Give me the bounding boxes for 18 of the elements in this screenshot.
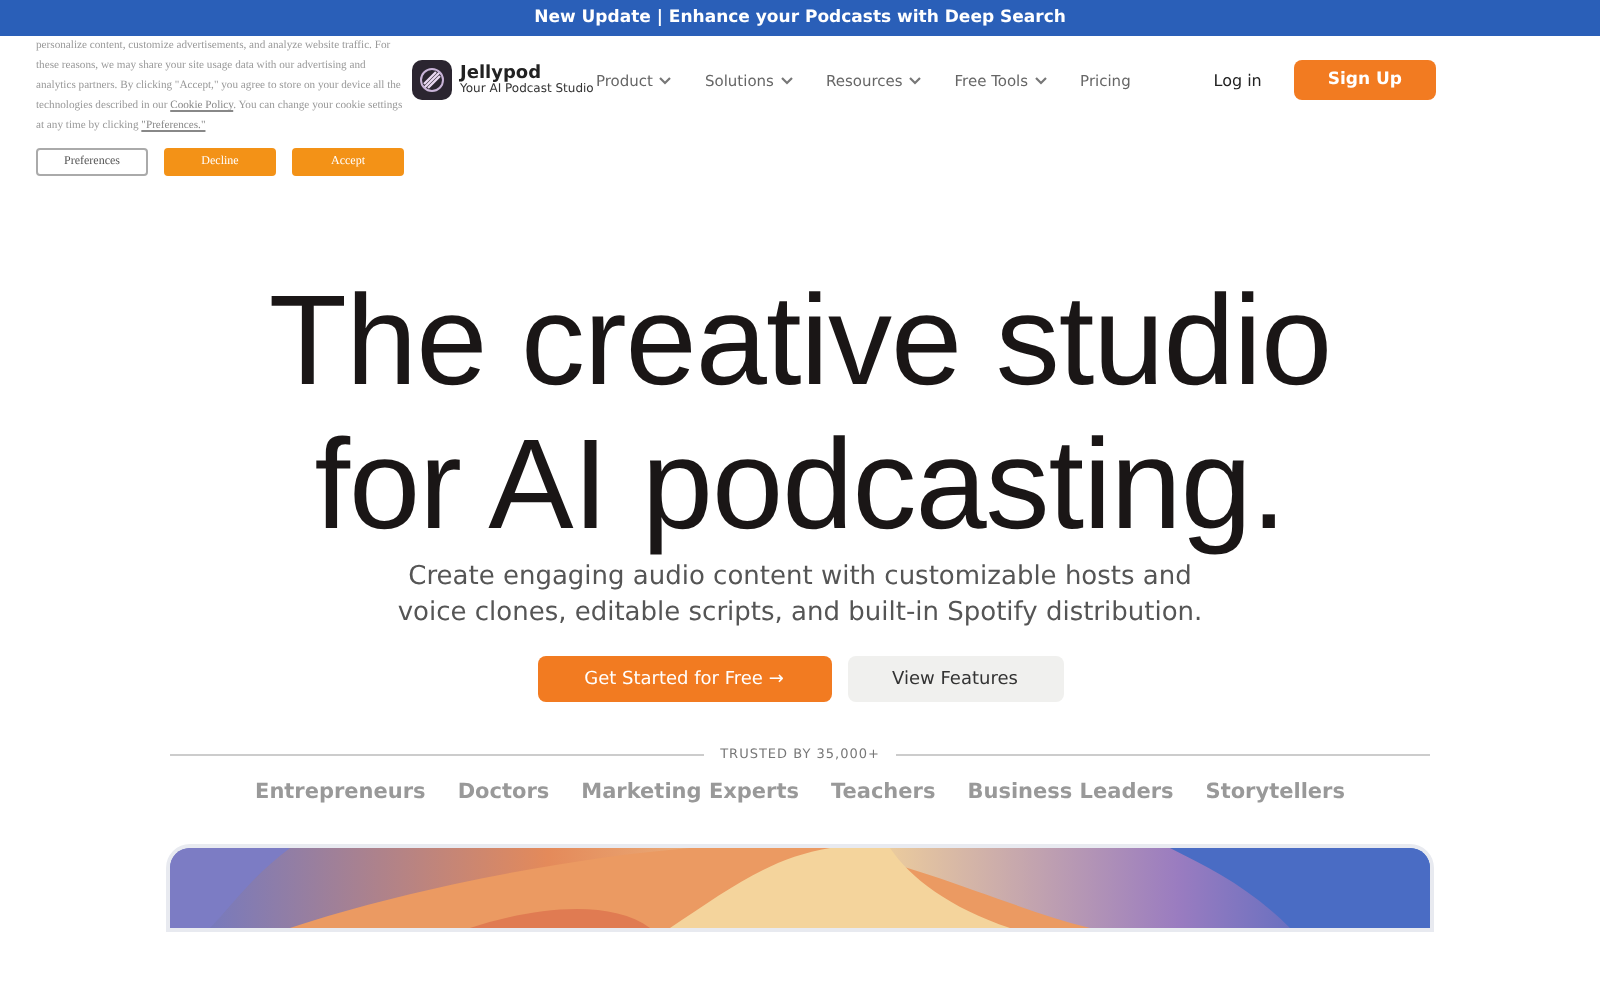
chevron-down-icon [779,75,794,85]
view-features-button[interactable]: View Features [847,656,1063,702]
chevron-down-icon [658,75,673,85]
audience-label: Marketing Experts [581,780,799,804]
login-link[interactable]: Log in [1213,71,1262,89]
audience-label: Entrepreneurs [255,780,426,804]
audience-label: Doctors [457,780,550,804]
hero-subtitle: Create engaging audio content with customizable hosts and voice clones, editable scripts, and built-in Spotify distribution. [397,560,1203,632]
audience-label: Business Leaders [967,780,1174,804]
announcement-text: New Update | Enhance your Podcasts with Deep Search [534,8,1066,28]
chevron-down-icon [1034,75,1049,85]
audience-label: Teachers [830,780,936,804]
chevron-down-icon [908,75,923,85]
hero-title: The creative studio for AI podcasting. [268,268,1332,556]
announcement-bar[interactable]: New Update | Enhance your Podcasts with Deep Search [0,0,1600,36]
audience-label: Storytellers [1205,780,1345,804]
logo-icon[interactable] [412,60,452,100]
brand-name[interactable]: Jellypod [460,65,594,83]
